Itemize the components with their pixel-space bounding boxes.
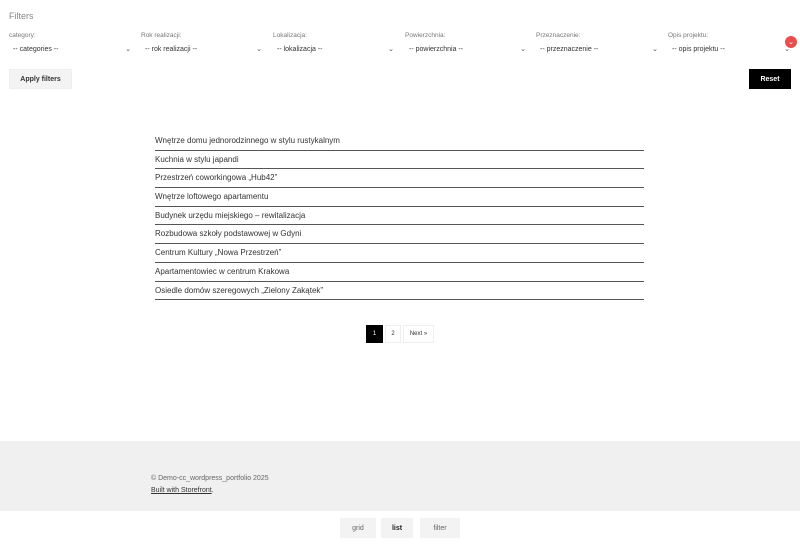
project-item[interactable]: Budynek urzędu miejskiego – rewitalizacj… — [155, 207, 644, 226]
bottom-nav: grid list filter — [0, 511, 800, 545]
credit-suffix: . — [211, 487, 214, 494]
reset-button[interactable]: Reset — [749, 69, 791, 89]
list-view-button[interactable]: list — [381, 518, 413, 538]
filter-category-value: -- categories -- — [13, 46, 59, 53]
apply-filters-button[interactable]: Apply filters — [9, 69, 72, 89]
filters-title: Filters — [9, 11, 34, 21]
filter-category-select[interactable]: -- categories -- ⌄ — [9, 43, 131, 57]
filter-lokalizacja-value: -- lokalizacja -- — [277, 46, 323, 53]
filter-lokalizacja-label: Lokalizacja: — [273, 32, 307, 39]
page-2-link[interactable]: 2 — [385, 325, 401, 343]
project-item[interactable]: Centrum Kultury „Nowa Przestrzeń” — [155, 244, 644, 263]
filter-lokalizacja-select[interactable]: -- lokalizacja -- ⌄ — [273, 43, 394, 57]
filter-powierzchnia-label: Powierzchnia: — [405, 32, 446, 39]
filter-rok-realizacji-value: -- rok realizacji -- — [145, 46, 198, 53]
filter-lokalizacja: Lokalizacja: -- lokalizacja -- ⌄ — [273, 32, 394, 58]
filter-powierzchnia-select[interactable]: -- powierzchnia -- ⌄ — [405, 43, 526, 57]
project-list: Wnętrze domu jednorodzinnego w stylu rus… — [155, 132, 644, 301]
project-item[interactable]: Rozbudowa szkoły podstawowej w Gdyni — [155, 225, 644, 245]
grid-view-button[interactable]: grid — [340, 518, 376, 538]
pagination: 1 2 Next » — [366, 325, 436, 343]
site-footer: © Demo-cc_wordpress_portfolio 2025 Built… — [0, 441, 800, 511]
filter-category: category: -- categories -- ⌄ — [9, 32, 131, 58]
filter-rok-realizacji-label: Rok realizacji: — [141, 32, 182, 39]
filter-powierzchnia-value: -- powierzchnia -- — [409, 46, 464, 53]
filter-rok-realizacji-select[interactable]: -- rok realizacji -- ⌄ — [141, 43, 262, 57]
project-item[interactable]: Przestrzeń coworkingowa „Hub42” — [155, 169, 644, 189]
project-item[interactable]: Kuchnia w stylu japandi — [155, 151, 644, 170]
chevron-down-icon: ⌄ — [520, 46, 526, 53]
storefront-link[interactable]: Built with Storefront — [151, 487, 212, 494]
filter-przeznaczenie-label: Przeznaczenie: — [536, 32, 581, 39]
filter-rok-realizacji: Rok realizacji: -- rok realizacji -- ⌄ — [141, 32, 262, 58]
page-current: 1 — [366, 325, 383, 343]
filter-opis-projektu-label: Opis projektu: — [668, 32, 709, 39]
credit-text: Built with Storefront. — [151, 487, 214, 494]
copyright-text: © Demo-cc_wordpress_portfolio 2025 — [151, 475, 269, 482]
scroll-top-icon[interactable]: ⌄ — [785, 36, 797, 48]
filter-powierzchnia: Powierzchnia: -- powierzchnia -- ⌄ — [405, 32, 526, 58]
project-item[interactable]: Osiedle domów szeregowych „Zielony Zakąt… — [155, 282, 644, 301]
project-item[interactable]: Apartamentowiec w centrum Krakowa — [155, 263, 644, 282]
next-page-link[interactable]: Next » — [403, 325, 434, 343]
filter-opis-projektu-select[interactable]: -- opis projektu -- ⌄ — [668, 43, 790, 57]
filter-opis-projektu-value: -- opis projektu -- — [672, 46, 725, 53]
filter-category-label: category: — [9, 32, 36, 39]
chevron-down-icon: ⌄ — [652, 46, 658, 53]
chevron-down-icon: ⌄ — [125, 46, 131, 53]
chevron-down-icon: ⌄ — [388, 46, 394, 53]
filter-przeznaczenie-value: -- przeznaczenie -- — [540, 46, 599, 53]
filter-view-button[interactable]: filter — [420, 518, 460, 538]
chevron-down-icon: ⌄ — [256, 46, 262, 53]
filter-przeznaczenie: Przeznaczenie: -- przeznaczenie -- ⌄ — [536, 32, 658, 58]
filter-opis-projektu: Opis projektu: -- opis projektu -- ⌄ — [668, 32, 790, 58]
project-item[interactable]: Wnętrze domu jednorodzinnego w stylu rus… — [155, 132, 644, 151]
filter-przeznaczenie-select[interactable]: -- przeznaczenie -- ⌄ — [536, 43, 658, 57]
project-item[interactable]: Wnętrze loftowego apartamentu — [155, 188, 644, 207]
